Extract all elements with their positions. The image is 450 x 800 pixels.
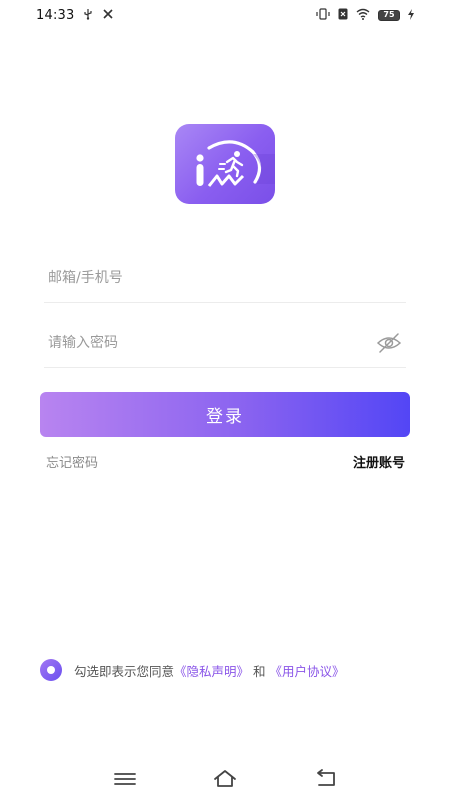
agreement-text: 勾选即表示您同意 (74, 663, 175, 679)
system-nav-bar (0, 760, 450, 800)
email-field-row (44, 253, 406, 303)
forgot-password-link[interactable]: 忘记密码 (46, 452, 98, 471)
agreement-and-text: 和 (253, 663, 266, 679)
no-sim-icon (338, 8, 348, 22)
runner-app-logo (196, 140, 275, 187)
status-time: 14:33 (36, 7, 75, 23)
agreement-row: 勾选即表示您同意 《隐私声明》 和 《用户协议》 (40, 659, 420, 681)
back-icon[interactable] (313, 768, 339, 790)
home-icon[interactable] (212, 768, 238, 790)
wifi-icon (356, 8, 370, 22)
usb-icon (82, 8, 94, 22)
user-agreement-link[interactable]: 《用户协议》 (270, 661, 345, 680)
login-button[interactable]: 登录 (40, 392, 410, 437)
email-input[interactable] (44, 262, 344, 293)
privacy-policy-link[interactable]: 《隐私声明》 (174, 661, 249, 680)
status-left: 14:33 (36, 8, 114, 23)
vibrate-icon (316, 8, 330, 22)
battery-indicator: 75 (378, 9, 400, 21)
tools-icon (102, 8, 114, 22)
status-right: 75 (316, 8, 414, 22)
app-logo (175, 124, 275, 204)
password-input[interactable] (44, 327, 344, 358)
status-bar: 14:33 75 (0, 0, 450, 30)
agreement-checkbox[interactable] (40, 659, 62, 681)
eye-off-icon[interactable] (376, 331, 402, 355)
password-field-row (44, 318, 406, 368)
charging-icon (408, 8, 414, 22)
register-link[interactable]: 注册账号 (353, 452, 405, 471)
menu-icon[interactable] (112, 768, 138, 790)
